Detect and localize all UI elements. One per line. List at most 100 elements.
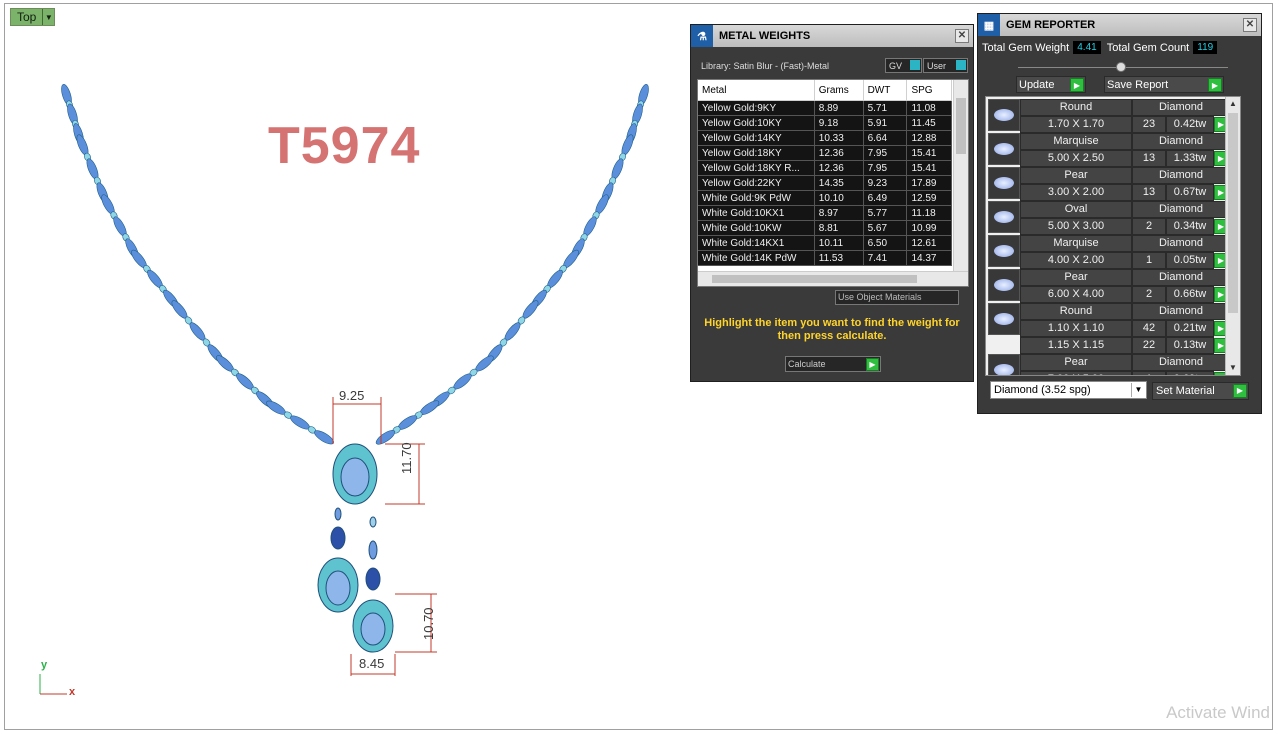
table-row[interactable]: Yellow Gold:18KY 12.36 7.95 15.41 [698,145,952,161]
column-header[interactable]: SPG [906,80,952,101]
total-gem-count-label: Total Gem Count [1106,41,1190,54]
scroll-thumb[interactable] [712,275,917,283]
collapse-handle[interactable] [1116,62,1126,72]
table-row[interactable]: Yellow Gold:14KY 10.33 6.64 12.88 [698,130,952,146]
gem-entry[interactable]: Marquise Diamond 5.00 X 2.50 13 1.33tw ▶ [988,133,1230,167]
table-cell: 11.53 [814,250,864,266]
gem-total-weight: 0.66tw [1166,286,1214,303]
table-row[interactable]: Yellow Gold:10KY 9.18 5.91 11.45 [698,115,952,131]
gem-shape: Round [1020,99,1132,116]
table-row[interactable]: Yellow Gold:22KY 14.35 9.23 17.89 [698,175,952,191]
gem-material: Diamond [1132,167,1230,184]
table-cell: 6.50 [863,235,908,251]
metal-weights-panel[interactable]: ⚗ METAL WEIGHTS ✕ Library: Satin Blur - … [690,24,974,382]
gem-reporter-panel[interactable]: ▦ GEM REPORTER ✕ Total Gem Weight 4.41 T… [977,13,1262,414]
gem-shape: Pear [1020,354,1132,371]
chevron-left-icon[interactable]: < [701,273,706,283]
metal-weights-titlebar[interactable]: ⚗ METAL WEIGHTS ✕ [691,25,973,47]
gem-shape: Oval [1020,201,1132,218]
gem-material: Diamond [1132,235,1230,252]
table-row[interactable]: Yellow Gold:9KY 8.89 5.71 11.08 [698,100,952,116]
gem-shape: Pear [1020,167,1132,184]
table-cell: White Gold:14K PdW [698,250,815,266]
gem-size: 5.00 X 2.50 [1020,150,1132,167]
set-material-button[interactable]: Set Material ▶ [1152,382,1249,400]
gv-toggle[interactable]: GV [885,58,922,73]
gem-total-weight: 0.42tw [1166,116,1214,133]
gem-stone-icon [994,364,1014,375]
gem-size: 1.15 X 1.15 [1020,337,1132,354]
gem-entry[interactable]: Round Diamond 1.70 X 1.70 23 0.42tw ▶ [988,99,1230,133]
gem-entry[interactable]: Marquise Diamond 4.00 X 2.00 1 0.05tw ▶ [988,235,1230,269]
use-object-materials-label: Use Object Materials [838,292,922,302]
table-cell: 7.41 [863,250,908,266]
column-header[interactable]: DWT [863,80,908,101]
total-gem-count-value: 119 [1193,41,1218,54]
gem-thumbnail [988,133,1020,165]
use-object-materials-toggle[interactable]: Use Object Materials [835,290,959,305]
table-cell: 5.77 [863,205,908,221]
gem-material: Diamond [1132,201,1230,218]
material-select[interactable]: Diamond (3.52 spg) ▼ [990,381,1147,399]
table-cell: Yellow Gold:18KY [698,145,815,161]
table-row[interactable]: White Gold:9K PdW 10.10 6.49 12.59 [698,190,952,206]
scroll-down-icon[interactable]: ▼ [1226,361,1240,375]
gem-total-weight: 0.05tw [1166,252,1214,269]
gem-list-scrollbar[interactable]: ▲ ▼ [1225,97,1240,375]
gem-thumbnail [988,167,1020,199]
toggle-knob-icon [956,60,966,70]
table-row[interactable]: White Gold:14K PdW 11.53 7.41 14.37 [698,250,952,266]
gem-count: 13 [1132,184,1166,201]
table-horizontal-scrollbar[interactable]: < > [698,271,968,286]
gem-entry[interactable]: Pear Diamond 3.00 X 2.00 13 0.67tw ▶ [988,167,1230,201]
column-header[interactable]: Metal [698,80,815,101]
gem-entry[interactable]: Oval Diamond 5.00 X 3.00 2 0.34tw ▶ [988,201,1230,235]
gem-reporter-titlebar[interactable]: ▦ GEM REPORTER ✕ [978,14,1261,36]
gem-entry[interactable]: PearDiamond7.00 X 5.0010.69tw▶ [988,354,1230,375]
table-cell: 8.81 [814,220,864,236]
gem-thumbnail [988,235,1020,267]
library-label: Library: Satin Blur - (Fast)-Metal [701,61,830,71]
table-vertical-scrollbar[interactable] [953,80,968,272]
user-toggle[interactable]: User [923,58,968,73]
gem-size: 4.00 X 2.00 [1020,252,1132,269]
play-icon[interactable]: ▶ [866,358,879,371]
gem-list[interactable]: Round Diamond 1.70 X 1.70 23 0.42tw ▶ Marquise… [985,96,1241,376]
table-cell: White Gold:10KW [698,220,815,236]
scroll-thumb[interactable] [956,98,966,154]
gem-thumbnail [988,99,1020,131]
column-header[interactable]: Grams [814,80,864,101]
table-row[interactable]: White Gold:10KW 8.81 5.67 10.99 [698,220,952,236]
close-icon[interactable]: ✕ [955,29,969,43]
gem-reporter-title: GEM REPORTER [1006,19,1096,31]
table-row[interactable]: White Gold:14KX1 10.11 6.50 12.61 [698,235,952,251]
gem-entry[interactable]: Pear Diamond 6.00 X 4.00 2 0.66tw ▶ [988,269,1230,303]
chevron-right-icon[interactable]: > [942,273,947,283]
table-cell: White Gold:14KX1 [698,235,815,251]
table-cell: 14.35 [814,175,864,191]
save-report-button[interactable]: Save Report ▶ [1104,76,1224,93]
gem-entry[interactable]: Round Diamond 1.10 X 1.10 42 0.21tw ▶ 1.15 X 1… [988,303,1230,354]
table-row[interactable]: Yellow Gold:18KY R... 12.36 7.95 15.41 [698,160,952,176]
metal-table[interactable]: Metal Grams DWT SPG Yellow Gold:9KY 8.89 5.71… [697,79,969,287]
metal-weights-title: METAL WEIGHTS [719,30,811,42]
table-cell: 12.88 [906,130,952,146]
scroll-thumb[interactable] [1228,113,1238,313]
calculate-button[interactable]: Calculate ▶ [785,356,881,372]
table-cell: 15.41 [906,160,952,176]
gem-shape: Marquise [1020,235,1132,252]
gem-size: 6.00 X 4.00 [1020,286,1132,303]
close-icon[interactable]: ✕ [1243,18,1257,32]
chevron-down-icon[interactable]: ▼ [1131,383,1145,397]
scroll-up-icon[interactable]: ▲ [1226,97,1240,111]
gem-size: 5.00 X 3.00 [1020,218,1132,235]
gem-stone-icon [994,279,1014,291]
gem-count: 1 [1132,371,1166,375]
update-button[interactable]: Update ▶ [1016,76,1086,93]
table-row[interactable]: White Gold:10KX1 8.97 5.77 11.18 [698,205,952,221]
table-cell: Yellow Gold:10KY [698,115,815,131]
gem-count: 13 [1132,150,1166,167]
gem-count: 1 [1132,252,1166,269]
chain-stone [314,430,334,445]
gv-toggle-label: GV [889,60,903,71]
